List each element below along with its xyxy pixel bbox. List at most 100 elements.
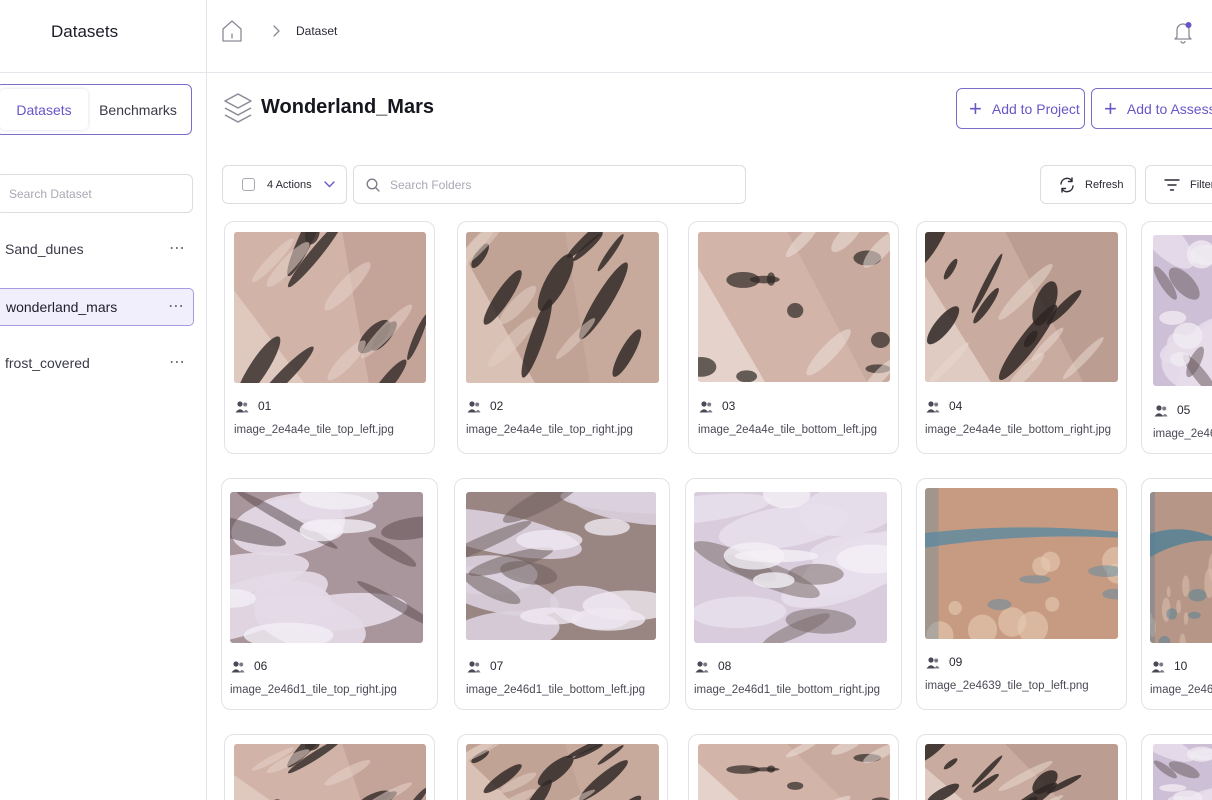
image-filename: image_2e46d1_tile_top_left.jpg bbox=[1153, 428, 1212, 440]
image-thumbnail[interactable] bbox=[698, 744, 890, 800]
image-thumbnail[interactable] bbox=[925, 232, 1118, 382]
image-card[interactable] bbox=[688, 734, 899, 800]
dataset-item-wonderland-mars[interactable]: wonderland_mars ⋯ bbox=[0, 288, 194, 326]
image-filename: image_2e46d1_tile_top_right.jpg bbox=[230, 684, 397, 696]
divider bbox=[0, 72, 207, 73]
dataset-item-sand-dunes[interactable]: Sand_dunes ⋯ bbox=[0, 230, 194, 268]
add-to-project-label: Add to Project bbox=[991, 100, 1080, 117]
image-number: 03 bbox=[699, 399, 735, 413]
user-group-icon bbox=[926, 656, 940, 668]
image-thumbnail[interactable] bbox=[1153, 744, 1212, 800]
image-card[interactable]: 02 image_2e4a4e_tile_top_right.jpg bbox=[457, 221, 668, 454]
layers-icon bbox=[224, 93, 252, 123]
image-filename: image_2e4a4e_tile_bottom_right.jpg bbox=[925, 424, 1112, 436]
image-card[interactable] bbox=[916, 734, 1127, 800]
refresh-button[interactable]: Refresh bbox=[1040, 165, 1136, 204]
add-to-assessment-button[interactable]: + Add to Assessment bbox=[1091, 88, 1212, 129]
actions-dropdown[interactable]: 4 Actions bbox=[222, 165, 347, 204]
filter-label: Filter bbox=[1190, 178, 1212, 191]
add-to-project-button[interactable]: + Add to Project bbox=[956, 88, 1085, 129]
image-thumbnail[interactable] bbox=[925, 488, 1118, 639]
image-number: 08 bbox=[695, 659, 731, 673]
home-icon[interactable] bbox=[221, 19, 243, 43]
image-card[interactable]: 03 image_2e4a4e_tile_bottom_left.jpg bbox=[688, 221, 899, 454]
tab-datasets[interactable]: Datasets bbox=[0, 89, 88, 130]
image-card[interactable]: 08 image_2e46d1_tile_bottom_right.jpg bbox=[685, 478, 902, 710]
user-group-icon bbox=[699, 400, 713, 412]
dataset-item-frost-covered[interactable]: frost_covered ⋯ bbox=[0, 344, 194, 382]
image-thumbnail[interactable] bbox=[466, 492, 656, 640]
image-thumbnail[interactable] bbox=[234, 232, 426, 383]
add-to-assessment-label: Add to Assessment bbox=[1126, 100, 1212, 117]
image-number-label: 03 bbox=[722, 399, 736, 413]
search-icon bbox=[366, 178, 380, 192]
image-thumbnail[interactable] bbox=[466, 744, 659, 800]
filter-button[interactable]: Filter bbox=[1145, 165, 1212, 204]
image-thumbnail[interactable] bbox=[698, 232, 890, 382]
plus-icon: + bbox=[969, 95, 982, 121]
image-card[interactable] bbox=[224, 734, 435, 800]
image-filename: image_2e4639_tile_top_left.png bbox=[925, 680, 1089, 692]
refresh-icon bbox=[1060, 176, 1074, 193]
image-filename: image_2e46d1_tile_bottom_right.jpg bbox=[694, 684, 881, 696]
image-card[interactable]: 09 image_2e4639_tile_top_left.png bbox=[916, 478, 1127, 710]
image-filename: image_2e4639_tile_top_right.png bbox=[1150, 684, 1212, 696]
user-group-icon bbox=[235, 400, 249, 412]
user-group-icon bbox=[1151, 660, 1165, 672]
image-filename: image_2e4a4e_tile_bottom_left.jpg bbox=[698, 424, 878, 436]
select-all-checkbox[interactable] bbox=[242, 178, 255, 191]
search-dataset-input[interactable] bbox=[0, 174, 193, 213]
image-number: 07 bbox=[467, 659, 503, 673]
dataset-item-label: wonderland_mars bbox=[6, 299, 118, 315]
image-number-label: 04 bbox=[949, 399, 963, 413]
page-title: Wonderland_Mars bbox=[261, 96, 434, 118]
image-number: 06 bbox=[231, 659, 267, 673]
image-number-label: 07 bbox=[490, 659, 504, 673]
image-thumbnail[interactable] bbox=[234, 744, 426, 800]
user-group-icon bbox=[695, 660, 709, 672]
image-number: 01 bbox=[235, 399, 271, 413]
image-number-label: 02 bbox=[490, 399, 504, 413]
image-card[interactable]: 01 image_2e4a4e_tile_top_left.jpg bbox=[224, 221, 435, 454]
image-card[interactable]: 10 image_2e4639_tile_top_right.png bbox=[1141, 478, 1212, 710]
tab-benchmarks[interactable]: Benchmarks bbox=[88, 89, 188, 130]
image-card[interactable]: 06 image_2e46d1_tile_top_right.jpg bbox=[221, 478, 438, 710]
actions-label: 4 Actions bbox=[267, 178, 312, 191]
image-card[interactable] bbox=[457, 734, 668, 800]
more-options-icon[interactable]: ⋯ bbox=[169, 355, 186, 371]
image-number: 04 bbox=[926, 399, 962, 413]
image-thumbnail[interactable] bbox=[230, 492, 423, 643]
user-group-icon bbox=[926, 400, 940, 412]
image-thumbnail[interactable] bbox=[694, 492, 887, 643]
image-thumbnail[interactable] bbox=[925, 744, 1118, 800]
more-options-icon[interactable]: ⋯ bbox=[169, 241, 186, 257]
breadcrumb[interactable]: Dataset bbox=[296, 24, 337, 38]
image-thumbnail[interactable] bbox=[1150, 492, 1212, 643]
image-thumbnail[interactable] bbox=[1153, 235, 1212, 386]
search-folders-field[interactable] bbox=[353, 165, 746, 204]
image-filename: image_2e4a4e_tile_top_right.jpg bbox=[466, 424, 633, 436]
image-number-label: 06 bbox=[254, 659, 268, 673]
image-card[interactable]: 05 image_2e46d1_tile_top_left.jpg bbox=[1141, 221, 1212, 454]
user-group-icon bbox=[231, 660, 245, 672]
image-card[interactable]: 07 image_2e46d1_tile_bottom_left.jpg bbox=[454, 478, 670, 710]
image-card[interactable] bbox=[1141, 734, 1212, 800]
more-options-icon[interactable]: ⋯ bbox=[168, 299, 185, 315]
image-number-label: 09 bbox=[949, 655, 963, 669]
dataset-tab-switcher: Datasets Benchmarks bbox=[0, 84, 192, 135]
chevron-down-icon bbox=[323, 181, 335, 188]
image-thumbnail[interactable] bbox=[466, 232, 659, 383]
sidebar: Datasets Datasets Benchmarks Sand_dunes … bbox=[0, 0, 207, 800]
image-number-label: 05 bbox=[1177, 403, 1191, 417]
image-card[interactable]: 04 image_2e4a4e_tile_bottom_right.jpg bbox=[916, 221, 1127, 454]
image-number-label: 10 bbox=[1174, 659, 1188, 673]
chevron-right-icon bbox=[273, 25, 280, 37]
image-number: 10 bbox=[1151, 659, 1187, 673]
image-number-label: 01 bbox=[258, 399, 272, 413]
search-folders-input[interactable] bbox=[390, 177, 730, 192]
bell-icon[interactable] bbox=[1172, 20, 1194, 44]
dataset-item-label: frost_covered bbox=[5, 355, 90, 371]
image-number: 05 bbox=[1154, 403, 1190, 417]
image-number-label: 08 bbox=[718, 659, 732, 673]
dataset-item-label: Sand_dunes bbox=[5, 241, 84, 257]
